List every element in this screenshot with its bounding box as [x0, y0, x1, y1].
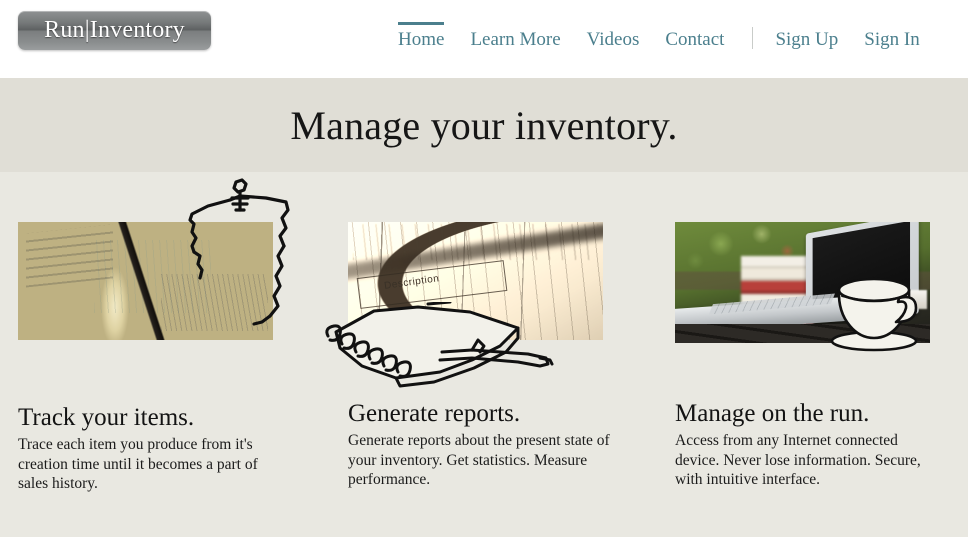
site-logo[interactable]: Run|Inventory [18, 11, 211, 50]
feature-column-generate-reports: Description Generate reports. Generate r… [325, 172, 658, 537]
nav-item-home[interactable]: Home [398, 22, 445, 53]
nav-item-learn-more[interactable]: Learn More [470, 26, 560, 53]
feature-column-track-items: Track your items. Trace each item you pr… [0, 172, 330, 537]
feature-body-manage-on-run: Access from any Internet connected devic… [675, 432, 921, 488]
nav-item-videos[interactable]: Videos [587, 26, 640, 53]
laptop-outdoors-with-books-photo [675, 222, 930, 343]
nav-item-contact[interactable]: Contact [665, 26, 724, 53]
features-section: Track your items. Trace each item you pr… [0, 172, 968, 537]
report-form-with-magnifier-photo: Description [348, 222, 603, 340]
site-header: Run|Inventory Home Learn More Videos Con… [0, 0, 968, 78]
feature-body-generate-reports: Generate reports about the present state… [348, 432, 610, 488]
hero-banner: Manage your inventory. [0, 78, 968, 172]
feature-body-track-items: Trace each item you produce from it's cr… [18, 436, 258, 492]
sign-in-link[interactable]: Sign In [864, 26, 919, 53]
laptop-with-notepad-and-books-photo [18, 222, 273, 340]
site-logo-text: Run|Inventory [44, 17, 185, 43]
feature-column-manage-on-run: Manage on the run. Access from any Inter… [658, 172, 968, 537]
feature-title-manage-on-run: Manage on the run. [675, 400, 870, 427]
feature-title-generate-reports: Generate reports. [348, 400, 521, 427]
page-title: Manage your inventory. [290, 103, 678, 148]
feature-title-track-items: Track your items. [18, 404, 195, 431]
main-navigation: Home Learn More Videos Contact Sign Up S… [398, 22, 946, 53]
nav-divider [752, 26, 754, 49]
sign-up-link[interactable]: Sign Up [775, 26, 838, 53]
